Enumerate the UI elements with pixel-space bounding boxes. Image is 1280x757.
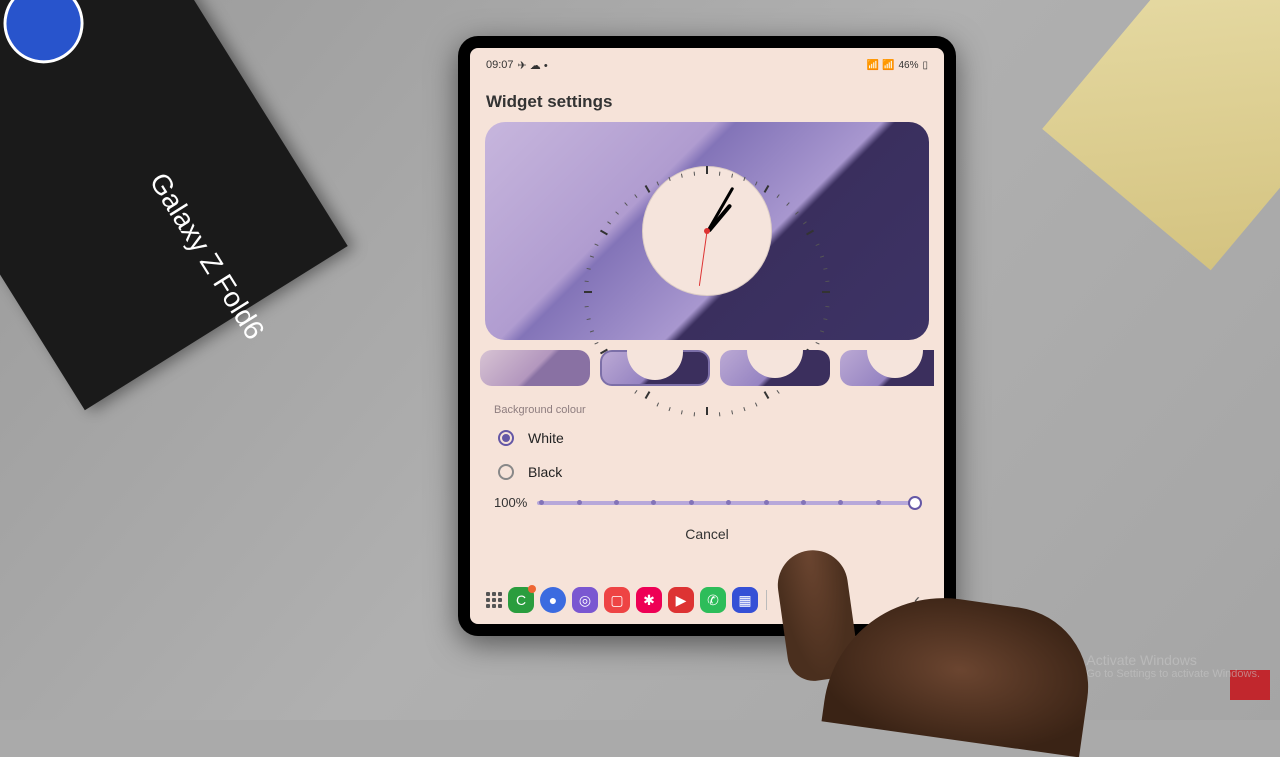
status-time: 09:07: [486, 59, 514, 71]
clock-minute-hand: [707, 187, 735, 232]
slider-value: 100%: [494, 495, 527, 510]
status-signal-icon: 📶 📶: [867, 60, 895, 71]
watermark-sub: Go to Settings to activate Windows.: [1086, 668, 1260, 680]
style-thumbnails-row: [475, 350, 934, 386]
status-notif-icons: ✈ ☁ •: [518, 59, 548, 72]
clock-face: /* ticks drawn below via JS for brevity …: [642, 166, 772, 296]
box-model-label: Galaxy Z Fold6: [143, 167, 271, 345]
app-icon-calendar[interactable]: ▦: [732, 587, 758, 613]
battery-icon: ▯: [922, 60, 928, 71]
section-label-bg-colour: Background colour: [494, 404, 934, 416]
status-battery: 46%: [898, 60, 918, 71]
tablet-screen: 09:07 ✈ ☁ • 📶 📶 46% ▯ Widget settings /*…: [470, 48, 944, 624]
taskbar-divider: [766, 590, 767, 610]
watermark-title: Activate Windows: [1086, 652, 1260, 668]
slider-thumb[interactable]: [908, 496, 922, 510]
radio-row-white[interactable]: White: [484, 421, 930, 455]
app-icon-messages[interactable]: ●: [540, 587, 566, 613]
radio-row-black[interactable]: Black: [484, 455, 930, 489]
box-badge-icon: [0, 0, 99, 78]
app-icon-settings[interactable]: ✱: [636, 587, 662, 613]
radio-black[interactable]: [498, 464, 514, 480]
clock-second-hand: [699, 231, 708, 286]
windows-watermark: Activate Windows Go to Settings to activ…: [1086, 652, 1260, 680]
app-icon-notes[interactable]: ▢: [604, 587, 630, 613]
style-thumb-1[interactable]: [480, 350, 590, 386]
radio-white[interactable]: [498, 430, 514, 446]
app-icon-youtube[interactable]: ▶: [668, 587, 694, 613]
bg-colour-panel: White Black: [484, 421, 930, 489]
app-icon-browser[interactable]: ◎: [572, 587, 598, 613]
hand-overlay: [770, 540, 1090, 740]
style-thumb-2[interactable]: [600, 350, 710, 386]
status-bar: 09:07 ✈ ☁ • 📶 📶 46% ▯: [480, 56, 934, 74]
app-icon-phone[interactable]: C: [508, 587, 534, 613]
transparency-slider[interactable]: [537, 501, 920, 505]
apps-grid-icon[interactable]: [486, 592, 502, 608]
app-icon-whatsapp[interactable]: ✆: [700, 587, 726, 613]
radio-white-label: White: [528, 430, 564, 446]
style-thumb-3[interactable]: [720, 350, 830, 386]
style-thumb-4[interactable]: [840, 350, 934, 386]
widget-preview: /* ticks drawn below via JS for brevity …: [485, 122, 929, 340]
transparency-slider-row: 100%: [480, 489, 934, 510]
radio-black-label: Black: [528, 464, 562, 480]
page-title: Widget settings: [486, 92, 928, 112]
